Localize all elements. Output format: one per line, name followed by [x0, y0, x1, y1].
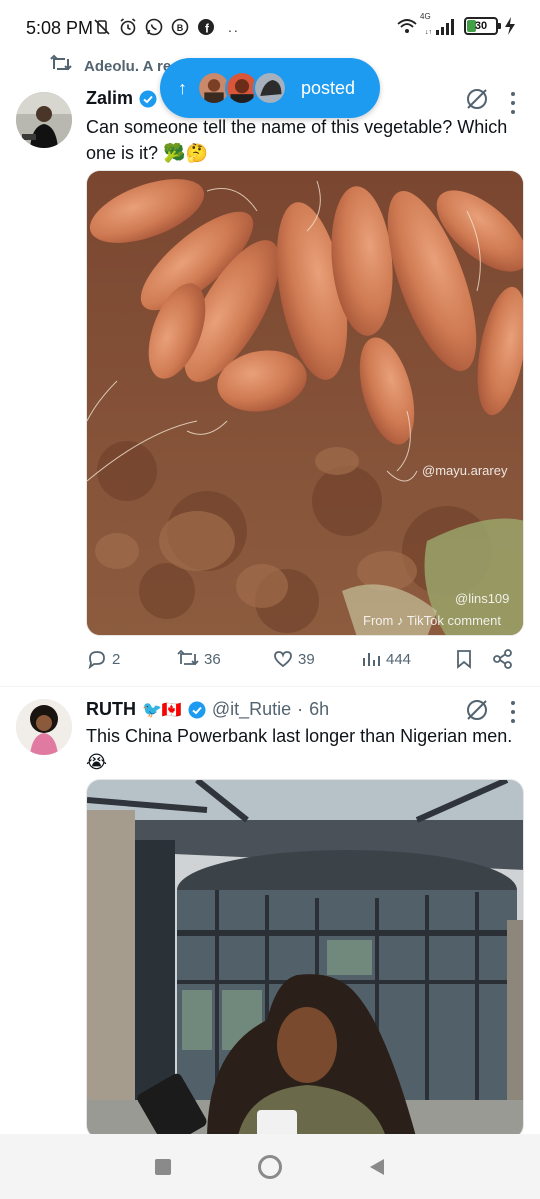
reply-count: 2 — [112, 650, 121, 668]
repost-count: 36 — [204, 650, 221, 668]
reply-button[interactable]: 2 — [86, 648, 120, 670]
grok-icon[interactable] — [464, 697, 490, 723]
repost-icon — [177, 649, 199, 666]
powerbank-photo — [87, 780, 523, 1138]
repost-button[interactable]: 36 — [176, 648, 221, 670]
tweet-media-image[interactable] — [86, 779, 524, 1139]
views-button[interactable]: 444 — [360, 648, 411, 670]
system-nav-bar — [0, 1134, 540, 1199]
tweet-text: Can someone tell the name of this vegeta… — [86, 117, 508, 163]
avatar[interactable] — [16, 92, 72, 148]
back-triangle-icon[interactable] — [357, 1147, 397, 1187]
avatar — [253, 71, 287, 105]
tweet[interactable]: RUTH 🐦🇨🇦 @it_Rutie · 6h This China Power… — [0, 687, 540, 1139]
bookmark-button[interactable] — [454, 648, 474, 670]
yam-photo: @mayu.ararey @lins109 From ♪ TikTok comm… — [87, 171, 523, 635]
new-posts-pill[interactable]: ↑ posted — [160, 58, 380, 118]
new-posts-label: posted — [301, 77, 356, 98]
share-button[interactable] — [492, 648, 514, 670]
display-name[interactable]: Zalim — [86, 88, 133, 109]
separator-dot: · — [297, 699, 304, 719]
home-circle-icon[interactable] — [250, 1147, 290, 1187]
media-watermark-handle: @lins109 — [455, 591, 510, 606]
verified-badge-icon — [188, 701, 206, 719]
timestamp[interactable]: 6h — [309, 699, 329, 720]
tweet-header: RUTH 🐦🇨🇦 @it_Rutie · 6h — [86, 699, 329, 720]
like-button[interactable]: 39 — [272, 648, 315, 670]
views-chart-icon — [363, 653, 380, 666]
more-options-icon[interactable] — [506, 701, 520, 723]
display-name[interactable]: RUTH — [86, 699, 136, 720]
name-emojis: 🐦🇨🇦 — [142, 701, 182, 719]
recents-square-icon[interactable] — [143, 1147, 183, 1187]
handle[interactable]: @it_Rutie — [212, 699, 291, 720]
arrow-up-icon: ↑ — [178, 77, 187, 98]
reply-icon — [88, 651, 105, 670]
verified-badge-icon — [139, 90, 157, 108]
tweet-media-image[interactable]: @mayu.ararey @lins109 From ♪ TikTok comm… — [86, 170, 524, 636]
heart-icon — [274, 651, 292, 668]
tweet-text: This China Powerbank last longer than Ni… — [86, 726, 513, 772]
media-watermark-top: @mayu.ararey — [422, 463, 508, 478]
bookmark-icon — [457, 650, 471, 669]
avatar[interactable] — [16, 699, 72, 755]
tweet-header: Zalim — [86, 88, 157, 109]
like-count: 39 — [298, 650, 315, 668]
pill-avatars — [197, 71, 287, 105]
views-count: 444 — [386, 650, 412, 668]
media-watermark-source: From ♪ TikTok comment — [363, 613, 501, 628]
more-options-icon[interactable] — [506, 92, 520, 114]
tweet-actions: 2 36 39 444 — [86, 648, 526, 674]
grok-icon[interactable] — [464, 86, 490, 112]
share-icon — [493, 649, 512, 669]
